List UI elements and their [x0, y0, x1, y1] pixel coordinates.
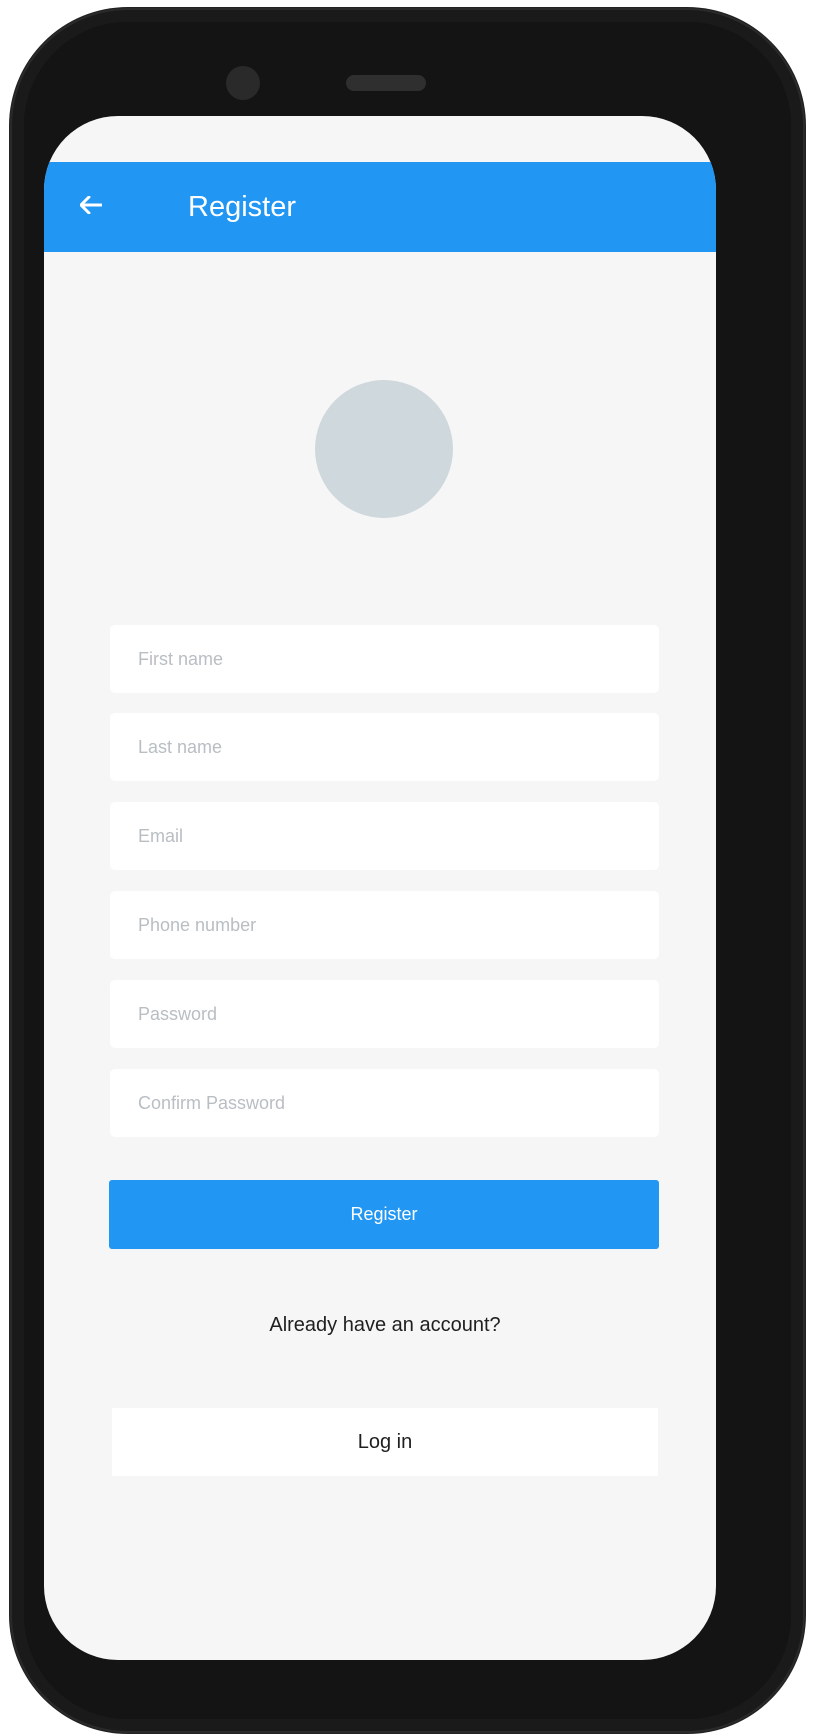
log-in-button[interactable]: Log in [112, 1408, 658, 1476]
password-field[interactable] [110, 980, 659, 1048]
page-title: Register [188, 191, 296, 223]
phone-number-field[interactable] [110, 891, 659, 959]
last-name-field[interactable] [110, 713, 659, 781]
phone-frame: Register Register Already have an accoun… [10, 8, 805, 1733]
avatar-placeholder[interactable] [315, 380, 453, 518]
back-button[interactable] [72, 188, 110, 226]
app-screen: Register Register Already have an accoun… [44, 116, 716, 1660]
confirm-password-field[interactable] [110, 1069, 659, 1137]
app-bar: Register [44, 162, 716, 252]
email-field[interactable] [110, 802, 659, 870]
arrow-left-icon [79, 195, 103, 219]
already-have-account-text: Already have an account? [269, 1314, 501, 1336]
speaker-grille [346, 75, 426, 91]
camera-icon [226, 66, 260, 100]
register-button[interactable]: Register [109, 1180, 659, 1249]
first-name-field[interactable] [110, 625, 659, 693]
